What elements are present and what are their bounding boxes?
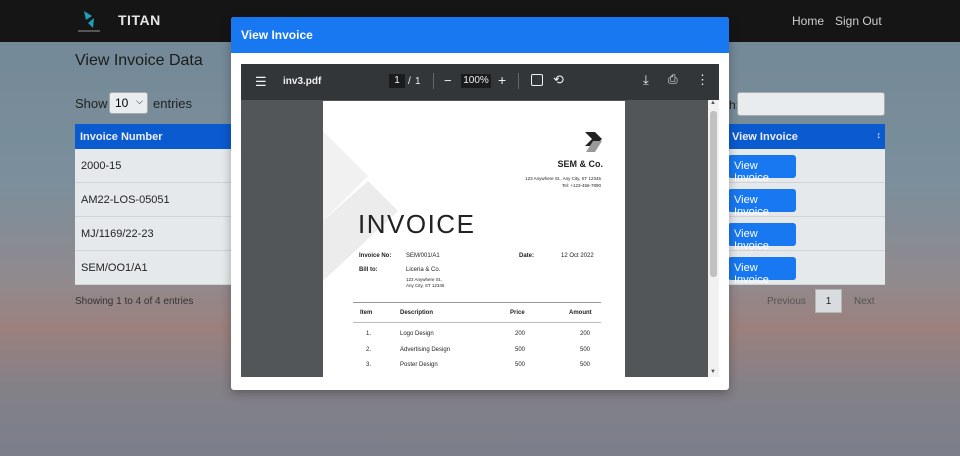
invoice-row-price: 500 bbox=[515, 362, 526, 368]
titan-logo[interactable] bbox=[76, 8, 102, 34]
invoice-date-value: 12 Oct 2022 bbox=[561, 253, 594, 259]
view-invoice-button[interactable]: View Invoice bbox=[728, 189, 796, 218]
invoice-row-price: 500 bbox=[515, 347, 526, 353]
invoice-company-tel: Tel: +123-456-7890 bbox=[562, 183, 601, 188]
view-invoice-modal: View Invoice ☰ inv3.pdf 1 / 1 − 100% + ⟲… bbox=[231, 17, 729, 390]
toolbar-divider bbox=[433, 73, 434, 89]
column-header-view-invoice[interactable]: View Invoice ↕ bbox=[727, 124, 885, 149]
invoice-date-label: Date: bbox=[519, 253, 535, 259]
table-row-invoice: SEM/OO1/A1 bbox=[75, 251, 245, 285]
bill-to-label: Bill to: bbox=[359, 267, 378, 273]
invoice-table-top-rule bbox=[353, 302, 601, 303]
view-invoice-button[interactable]: View Invoice bbox=[728, 155, 796, 184]
brand-name: TITAN bbox=[118, 12, 161, 28]
pdf-filename: inv3.pdf bbox=[283, 76, 322, 87]
invoice-no-value: SEM/001/A1 bbox=[406, 253, 440, 259]
invoice-col-price: Price bbox=[510, 310, 525, 316]
sort-icon: ↕ bbox=[876, 130, 882, 140]
invoice-col-amount: Amount bbox=[569, 310, 592, 316]
rotate-icon[interactable]: ⟲ bbox=[553, 72, 564, 88]
view-invoice-button[interactable]: View Invoice bbox=[728, 223, 796, 252]
invoice-row-amount: 500 bbox=[580, 347, 591, 353]
pdf-scrollbar[interactable]: ▲ ▼ bbox=[708, 100, 719, 377]
menu-icon[interactable]: ☰ bbox=[255, 74, 267, 90]
page-number-input[interactable]: 1 bbox=[389, 74, 405, 88]
invoice-row-description: Logo Design bbox=[400, 331, 434, 337]
invoice-row-description: Advertising Design bbox=[400, 347, 451, 353]
more-options-icon[interactable]: ⋮ bbox=[696, 72, 709, 88]
pagination-previous[interactable]: Previous bbox=[767, 296, 806, 307]
nav-home-link[interactable]: Home bbox=[792, 14, 824, 28]
scrollbar-thumb[interactable] bbox=[710, 111, 717, 277]
table-row-invoice: MJ/1169/22-23 bbox=[75, 217, 245, 251]
invoice-company-name: SEM & Co. bbox=[557, 159, 603, 169]
chevron-down-icon: ⌵ bbox=[136, 96, 143, 106]
scroll-down-icon[interactable]: ▼ bbox=[710, 369, 716, 375]
download-icon[interactable]: ⤓ bbox=[643, 72, 649, 88]
invoice-row-item: 1. bbox=[366, 331, 372, 337]
zoom-out-icon[interactable]: − bbox=[444, 73, 452, 88]
print-icon[interactable]: ⎙ bbox=[668, 72, 678, 87]
nav-signout-link[interactable]: Sign Out bbox=[835, 14, 882, 28]
fit-page-icon[interactable] bbox=[531, 74, 543, 86]
table-row-invoice: AM22-LOS-05051 bbox=[75, 183, 245, 217]
page-total: 1 bbox=[415, 76, 421, 87]
pdf-viewer: ☰ inv3.pdf 1 / 1 − 100% + ⟲ ⤓ ⎙ ⋮ SEM & … bbox=[241, 64, 719, 377]
entries-select[interactable]: 10 ⌵ bbox=[109, 92, 148, 114]
zoom-in-icon[interactable]: + bbox=[498, 72, 506, 88]
invoice-row-item: 2. bbox=[366, 347, 372, 353]
invoice-col-description: Description bbox=[400, 310, 434, 316]
invoice-row-amount: 500 bbox=[580, 362, 591, 368]
invoice-row-amount: 200 bbox=[580, 331, 591, 337]
column-header-label: View Invoice bbox=[732, 131, 798, 143]
invoice-col-item: Item bbox=[360, 310, 373, 316]
invoice-row-description: Poster Design bbox=[400, 362, 438, 368]
zoom-level[interactable]: 100% bbox=[461, 74, 491, 88]
modal-title: View Invoice bbox=[241, 28, 313, 42]
pdf-page: SEM & Co. 123 Anywhere St., Any City, ST… bbox=[323, 101, 625, 377]
invoice-heading: INVOICE bbox=[358, 209, 476, 239]
pdf-toolbar: ☰ inv3.pdf 1 / 1 − 100% + ⟲ ⤓ ⎙ ⋮ bbox=[241, 64, 719, 100]
page-title: View Invoice Data bbox=[75, 52, 203, 69]
table-info: Showing 1 to 4 of 4 entries bbox=[75, 296, 194, 307]
column-header-invoice-number[interactable]: Invoice Number bbox=[75, 124, 245, 149]
entries-value: 10 bbox=[115, 96, 129, 110]
page-separator: / bbox=[408, 76, 411, 87]
bill-to-address-line1: 123 Anywhere St., bbox=[406, 277, 443, 282]
invoice-table-header-rule bbox=[353, 322, 601, 323]
invoice-row-item: 3. bbox=[366, 362, 372, 368]
show-label: Show bbox=[75, 96, 108, 111]
invoice-no-label: Invoice No: bbox=[359, 253, 392, 259]
bill-to-name: Liceria & Co. bbox=[406, 267, 441, 273]
entries-label: entries bbox=[153, 96, 193, 111]
modal-header: View Invoice bbox=[231, 17, 729, 53]
scroll-up-icon[interactable]: ▲ bbox=[710, 100, 716, 106]
invoice-row-price: 200 bbox=[515, 331, 526, 337]
toolbar-divider bbox=[518, 73, 519, 89]
view-invoice-button[interactable]: View Invoice bbox=[728, 257, 796, 286]
pagination-next[interactable]: Next bbox=[854, 296, 875, 307]
table-row-invoice: 2000-15 bbox=[75, 149, 245, 183]
pagination-page-1[interactable]: 1 bbox=[815, 289, 842, 313]
invoice-company-address: 123 Anywhere St., Any City, ST 12345 bbox=[525, 176, 601, 181]
bill-to-address-line2: Any City, ST 12345 bbox=[406, 283, 445, 288]
search-input[interactable] bbox=[737, 92, 885, 116]
